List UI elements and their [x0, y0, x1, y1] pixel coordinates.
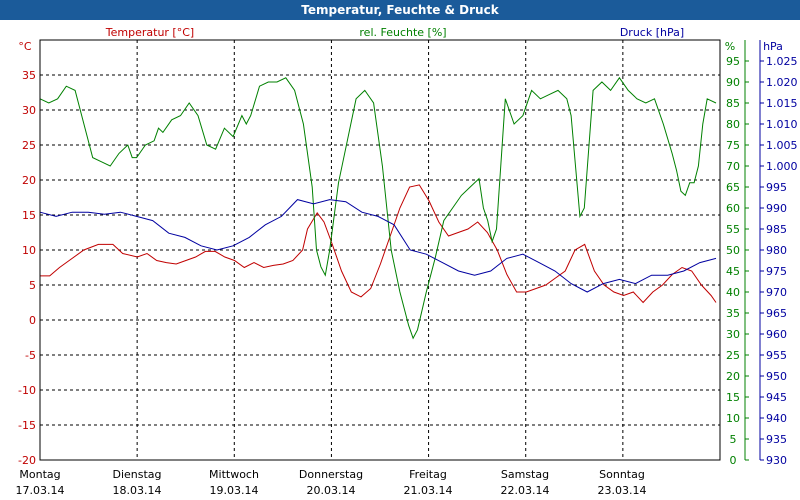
- pressure-tick-label: 1.025: [766, 55, 798, 68]
- x-tick-date: 20.03.14: [307, 484, 356, 497]
- temperature-tick-label: -15: [18, 419, 36, 432]
- pressure-tick-label: 970: [766, 286, 787, 299]
- window-title: Temperatur, Feuchte & Druck: [0, 0, 800, 20]
- pressure-tick-label: 955: [766, 349, 787, 362]
- humidity-tick-label: 75: [726, 139, 740, 152]
- x-tick-weekday: Montag: [19, 468, 60, 481]
- x-tick-weekday: Dienstag: [112, 468, 161, 481]
- x-tick-date: 23.03.14: [598, 484, 647, 497]
- weather-chart: -20 -15 -10 -5 0 5 10 15 20 25 30 35 0 5 10 15 20 25 30 35…: [16, 26, 798, 497]
- temperature-tick-label: 5: [29, 279, 36, 292]
- humidity-tick-label: 80: [726, 118, 740, 131]
- x-tick-date: 17.03.14: [16, 484, 65, 497]
- x-tick-date: 19.03.14: [210, 484, 259, 497]
- temperature-tick-label: -5: [25, 349, 36, 362]
- temperature-tick-label: 35: [22, 69, 36, 82]
- pressure-unit: hPa: [763, 40, 783, 53]
- pressure-tick-label: 930: [766, 454, 787, 467]
- humidity-tick-label: 40: [726, 286, 740, 299]
- pressure-tick-label: 935: [766, 433, 787, 446]
- humidity-tick-label: 55: [726, 223, 740, 236]
- temperature-tick-label: 25: [22, 139, 36, 152]
- x-tick-weekday: Freitag: [409, 468, 447, 481]
- pressure-tick-label: 1.010: [766, 118, 798, 131]
- humidity-tick-label: 35: [726, 307, 740, 320]
- pressure-tick-label: 990: [766, 202, 787, 215]
- humidity-tick-label: 0: [730, 454, 737, 467]
- pressure-tick-label: 945: [766, 391, 787, 404]
- pressure-tick-label: 995: [766, 181, 787, 194]
- pressure-tick-label: 1.000: [766, 160, 798, 173]
- x-tick-weekday: Samstag: [501, 468, 549, 481]
- temperature-tick-label: 10: [22, 244, 36, 257]
- humidity-tick-label: 20: [726, 370, 740, 383]
- pressure-axis-label: Druck [hPa]: [620, 26, 684, 39]
- pressure-tick-label: 960: [766, 328, 787, 341]
- pressure-tick-label: 1.020: [766, 76, 798, 89]
- x-tick-date: 21.03.14: [404, 484, 453, 497]
- humidity-ticks: 0 5 10 15 20 25 30 35 40 45 50 55 60 65 70 75 80 85 90 95: [726, 55, 749, 467]
- x-tick-date: 18.03.14: [113, 484, 162, 497]
- temperature-unit: °C: [18, 40, 32, 53]
- humidity-tick-label: 5: [730, 433, 737, 446]
- humidity-unit: %: [725, 40, 735, 53]
- x-tick-weekday: Donnerstag: [299, 468, 363, 481]
- humidity-tick-label: 60: [726, 202, 740, 215]
- humidity-axis-label: rel. Feuchte [%]: [359, 26, 446, 39]
- series-line-pressure: [39, 199, 717, 293]
- humidity-tick-label: 15: [726, 391, 740, 404]
- humidity-tick-label: 65: [726, 181, 740, 194]
- temperature-tick-label: 0: [29, 314, 36, 327]
- pressure-tick-label: 965: [766, 307, 787, 320]
- pressure-tick-label: 975: [766, 265, 787, 278]
- series-lines: [39, 76, 717, 340]
- pressure-tick-label: 980: [766, 244, 787, 257]
- humidity-tick-label: 85: [726, 97, 740, 110]
- x-tick-date: 22.03.14: [501, 484, 550, 497]
- humidity-tick-label: 10: [726, 412, 740, 425]
- temperature-tick-label: 15: [22, 209, 36, 222]
- humidity-tick-label: 30: [726, 328, 740, 341]
- humidity-tick-label: 90: [726, 76, 740, 89]
- pressure-tick-label: 1.005: [766, 139, 798, 152]
- temperature-tick-label: -20: [18, 454, 36, 467]
- x-tick-weekday: Sonntag: [599, 468, 645, 481]
- series-line-humidity: [39, 76, 717, 340]
- temperature-tick-label: 30: [22, 104, 36, 117]
- pressure-tick-label: 940: [766, 412, 787, 425]
- humidity-tick-label: 45: [726, 265, 740, 278]
- temperature-tick-label: 20: [22, 174, 36, 187]
- pressure-tick-label: 985: [766, 223, 787, 236]
- temperature-ticks: -20 -15 -10 -5 0 5 10 15 20 25 30 35: [18, 69, 36, 467]
- temperature-tick-label: -10: [18, 384, 36, 397]
- pressure-tick-label: 1.015: [766, 97, 798, 110]
- x-tick-weekday: Mittwoch: [209, 468, 259, 481]
- temperature-axis-label: Temperatur [°C]: [105, 26, 194, 39]
- pressure-tick-label: 950: [766, 370, 787, 383]
- humidity-tick-label: 95: [726, 55, 740, 68]
- humidity-tick-label: 70: [726, 160, 740, 173]
- x-axis-labels: Montag 17.03.14 Dienstag 18.03.14 Mittwoch 19…: [16, 468, 647, 497]
- humidity-tick-label: 25: [726, 349, 740, 362]
- humidity-tick-label: 50: [726, 244, 740, 257]
- grid: [40, 40, 720, 460]
- pressure-ticks: 930 935 940 945 950 955 960 965 970 975 980 985 990 9…: [760, 55, 798, 467]
